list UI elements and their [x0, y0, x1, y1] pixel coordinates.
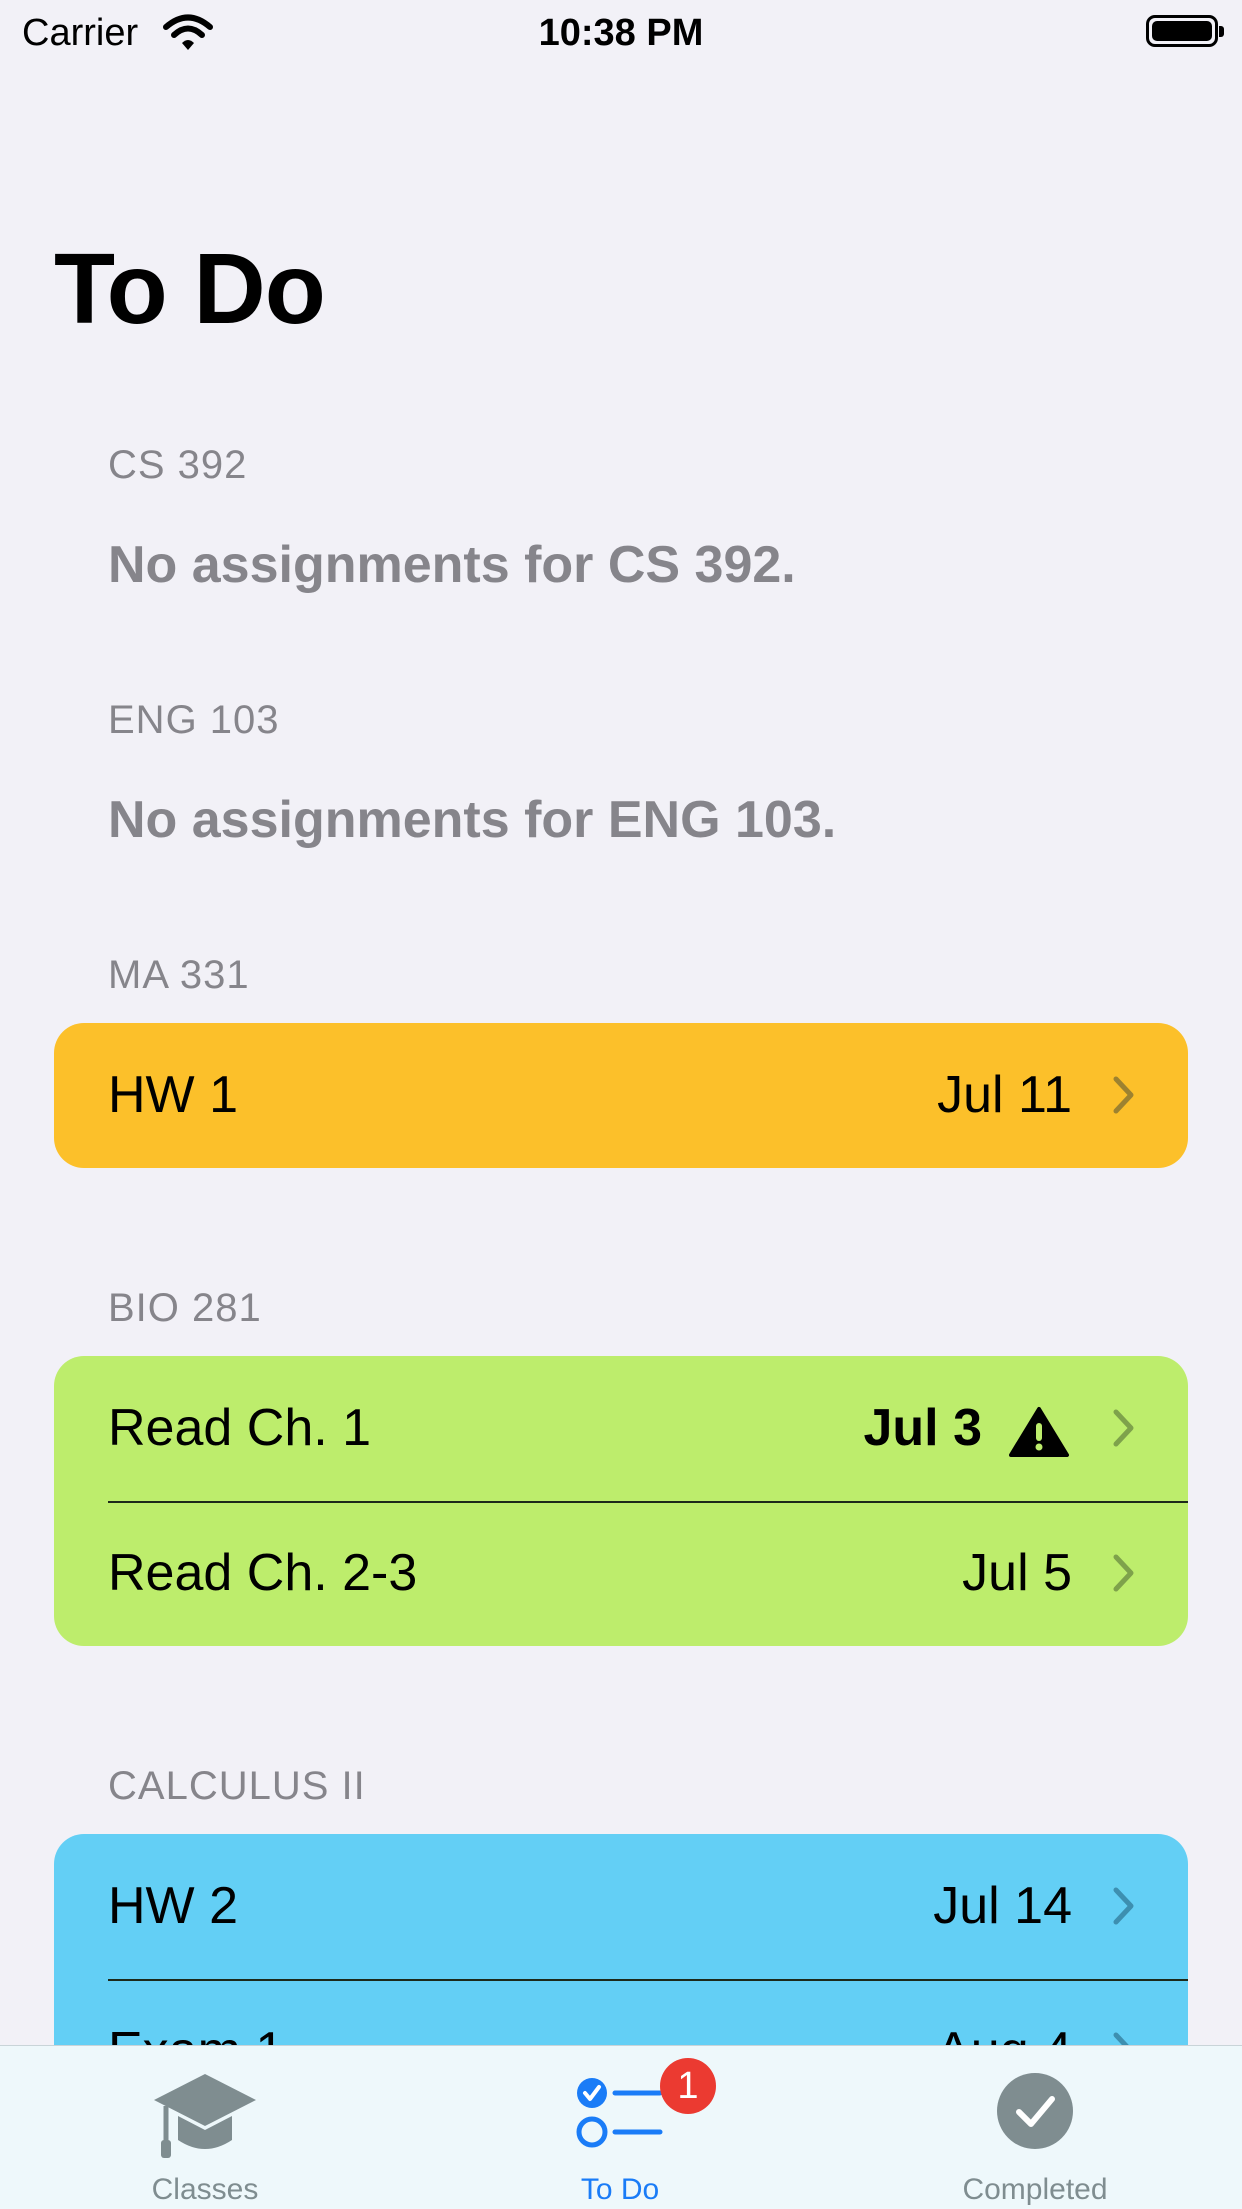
assignment-title: HW 1 — [108, 1066, 238, 1124]
assignment-row[interactable]: Read Ch. 2-3 Jul 5 — [54, 1501, 1188, 1646]
tab-to-do[interactable]: 1 To Do — [520, 2046, 720, 2209]
assignment-title: HW 2 — [108, 1877, 238, 1935]
assignment-due-date: Jul 14 — [933, 1877, 1072, 1935]
assignment-due-date: Jul 5 — [962, 1544, 1072, 1602]
tab-label: Completed — [962, 2173, 1108, 2206]
assignment-row[interactable]: HW 1 Jul 11 — [54, 1023, 1188, 1168]
chevron-right-icon — [1113, 1554, 1134, 1592]
chevron-right-icon — [1113, 1409, 1134, 1447]
empty-message-cs-392: No assignments for CS 392. — [108, 536, 796, 594]
tab-label: To Do — [580, 2173, 660, 2206]
notification-badge: 1 — [660, 2058, 716, 2114]
assignment-due-date: Jul 11 — [937, 1066, 1072, 1124]
assignment-row[interactable]: Read Ch. 1 Jul 3 — [54, 1356, 1188, 1501]
assignment-row[interactable]: HW 2 Jul 14 — [54, 1834, 1188, 1979]
tab-classes[interactable]: Classes — [100, 2046, 310, 2209]
battery-icon — [1146, 15, 1224, 47]
empty-message-eng-103: No assignments for ENG 103. — [108, 791, 837, 849]
warning-triangle-icon — [1009, 1407, 1069, 1457]
checkmark-circle-icon — [997, 2073, 1073, 2149]
clock: 10:38 PM — [538, 12, 704, 54]
assignment-due-date: Jul 3 — [863, 1399, 983, 1457]
tab-label: Classes — [151, 2173, 259, 2206]
status-bar: Carrier 10:38 PM — [0, 0, 1242, 66]
page-title: To Do — [54, 233, 326, 345]
section-header-calculus-ii: CALCULUS II — [108, 1764, 366, 1808]
chevron-right-icon — [1113, 1887, 1134, 1925]
assignment-title: Read Ch. 2-3 — [108, 1544, 418, 1602]
section-header-cs-392: CS 392 — [108, 443, 248, 487]
tab-bar: Classes 1 To Do Completed — [0, 2045, 1242, 2209]
section-header-bio-281: BIO 281 — [108, 1286, 262, 1330]
checklist-icon — [576, 2078, 663, 2148]
graduation-cap-icon — [154, 2074, 256, 2158]
section-header-eng-103: ENG 103 — [108, 698, 280, 742]
assignment-title: Read Ch. 1 — [108, 1399, 372, 1457]
chevron-right-icon — [1113, 1076, 1134, 1114]
assignment-list-ma-331: HW 1 Jul 11 — [54, 1023, 1188, 1168]
section-header-ma-331: MA 331 — [108, 953, 250, 997]
tab-completed[interactable]: Completed — [910, 2046, 1160, 2209]
assignment-list-bio-281: Read Ch. 1 Jul 3 Read Ch. 2-3 Jul 5 — [54, 1356, 1188, 1646]
